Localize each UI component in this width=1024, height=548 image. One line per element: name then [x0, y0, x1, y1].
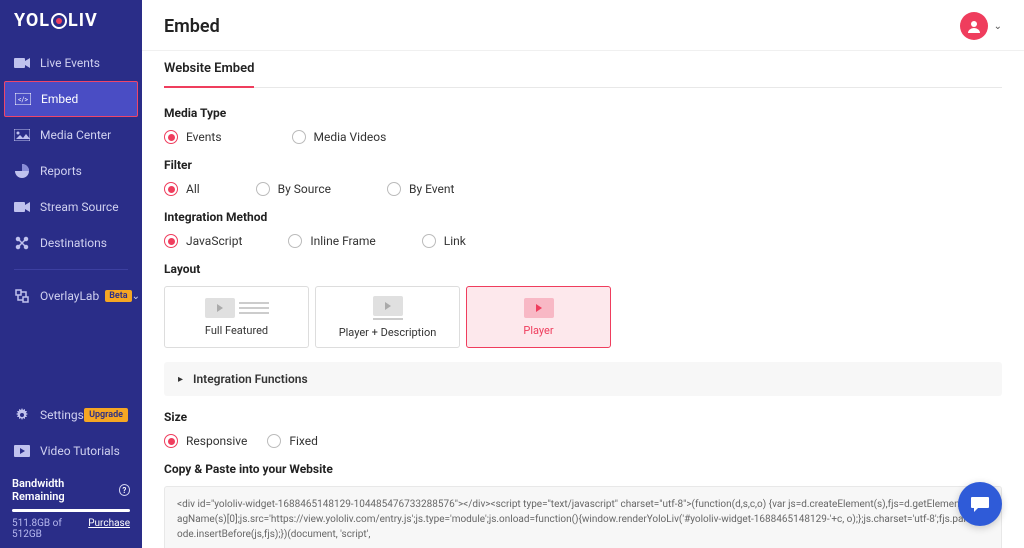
- nav: Live Events </> Embed Media Center Repor…: [0, 39, 142, 314]
- gear-icon: [14, 407, 30, 423]
- chevron-down-icon[interactable]: ⌄: [994, 21, 1002, 32]
- sidebar-item-label: Reports: [40, 164, 82, 178]
- sidebar-item-reports[interactable]: Reports: [0, 153, 142, 189]
- tabs: Website Embed: [164, 51, 1002, 88]
- radio-inline-frame[interactable]: Inline Frame: [288, 234, 375, 248]
- sidebar-item-video-tutorials[interactable]: Video Tutorials: [0, 433, 142, 469]
- purchase-link[interactable]: Purchase: [88, 518, 130, 540]
- layout-full-featured[interactable]: Full Featured: [164, 286, 309, 348]
- embed-code[interactable]: <div id="yololiv-widget-1688465148129-10…: [164, 486, 1002, 548]
- radio-link[interactable]: Link: [422, 234, 466, 248]
- bandwidth-used: 511.8GB of 512GB: [12, 518, 88, 540]
- radio-responsive[interactable]: Responsive: [164, 434, 247, 448]
- layout-icon: [373, 296, 403, 320]
- radio-events[interactable]: Events: [164, 130, 222, 144]
- sidebar-item-label: Embed: [41, 92, 78, 106]
- header: Embed ⌄: [142, 0, 1024, 51]
- layout-player-description[interactable]: Player + Description: [315, 286, 460, 348]
- main: Embed ⌄ Website Embed Media Type Events …: [142, 0, 1024, 548]
- bandwidth-bar: [12, 509, 130, 512]
- sidebar-item-label: Live Events: [40, 56, 100, 70]
- sidebar-item-stream-source[interactable]: Stream Source: [0, 189, 142, 225]
- camera-icon: [14, 199, 30, 215]
- copy-label: Copy & Paste into your Website: [164, 462, 1002, 476]
- play-icon: [14, 443, 30, 459]
- divider: [14, 269, 128, 270]
- radio-by-event[interactable]: By Event: [387, 182, 454, 196]
- sidebar-item-overlaylab[interactable]: OverlayLab Beta ⌄: [0, 278, 142, 314]
- sidebar-item-label: OverlayLab: [40, 289, 99, 303]
- camera-icon: [14, 55, 30, 71]
- sidebar-item-label: Destinations: [40, 236, 107, 250]
- media-icon: [14, 127, 30, 143]
- layout-icon: [205, 298, 269, 318]
- destinations-icon: [14, 235, 30, 251]
- code-icon: </>: [15, 91, 31, 107]
- sidebar-item-label: Stream Source: [40, 200, 119, 214]
- filter-label: Filter: [164, 158, 1002, 172]
- tab-website-embed[interactable]: Website Embed: [164, 51, 254, 88]
- chart-icon: [14, 163, 30, 179]
- radio-fixed[interactable]: Fixed: [267, 434, 318, 448]
- overlay-icon: [14, 288, 30, 304]
- sidebar-item-label: Media Center: [40, 128, 111, 142]
- sidebar-item-label: Settings: [40, 408, 84, 422]
- layout-player[interactable]: Player: [466, 286, 611, 348]
- upgrade-badge[interactable]: Upgrade: [84, 408, 128, 422]
- content: Website Embed Media Type Events Media Vi…: [142, 51, 1024, 548]
- page-title: Embed: [164, 16, 220, 37]
- layout-label: Layout: [164, 262, 1002, 276]
- bandwidth-title: Bandwidth Remaining ?: [12, 477, 130, 503]
- sidebar: YOLLIV Live Events </> Embed Media Cente…: [0, 0, 142, 548]
- logo-text: YOLLIV: [14, 10, 128, 31]
- radio-media-videos[interactable]: Media Videos: [292, 130, 387, 144]
- sidebar-item-embed[interactable]: </> Embed: [4, 81, 138, 117]
- integration-functions-accordion[interactable]: ▸ Integration Functions: [164, 362, 1002, 396]
- bandwidth-section: Bandwidth Remaining ? 511.8GB of 512GB P…: [0, 469, 142, 548]
- radio-javascript[interactable]: JavaScript: [164, 234, 242, 248]
- layout-icon: [524, 298, 554, 318]
- integration-label: Integration Method: [164, 210, 1002, 224]
- media-type-label: Media Type: [164, 106, 1002, 120]
- sidebar-item-label: Video Tutorials: [40, 444, 120, 458]
- radio-all[interactable]: All: [164, 182, 200, 196]
- logo: YOLLIV: [0, 0, 142, 39]
- help-icon[interactable]: ?: [119, 484, 130, 496]
- chat-fab[interactable]: [958, 482, 1002, 526]
- sidebar-item-destinations[interactable]: Destinations: [0, 225, 142, 261]
- sidebar-item-settings[interactable]: Settings Upgrade: [0, 397, 142, 433]
- avatar[interactable]: [960, 12, 988, 40]
- sidebar-item-live-events[interactable]: Live Events: [0, 45, 142, 81]
- chevron-down-icon: ⌄: [132, 291, 140, 302]
- sidebar-item-media-center[interactable]: Media Center: [0, 117, 142, 153]
- radio-by-source[interactable]: By Source: [256, 182, 331, 196]
- beta-badge: Beta: [105, 290, 131, 302]
- triangle-right-icon: ▸: [178, 374, 183, 385]
- size-label: Size: [164, 410, 1002, 424]
- svg-text:</>: </>: [18, 96, 28, 104]
